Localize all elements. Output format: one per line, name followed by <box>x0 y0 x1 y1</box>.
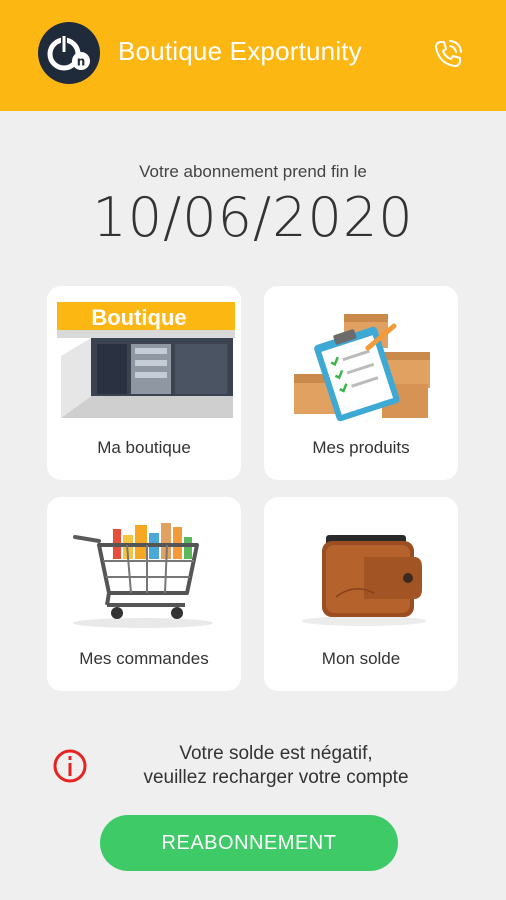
renew-subscription-button[interactable]: REABONNEMENT <box>100 815 398 871</box>
app-bar: n Boutique Exportunity <box>0 0 506 111</box>
storefront-sign-text: Boutique <box>91 305 186 330</box>
subscription-end-date: 10/06/2020 <box>92 186 414 249</box>
negative-balance-alert: Votre solde est négatif, veuillez rechar… <box>96 742 456 790</box>
tile-label: Ma boutique <box>97 438 191 457</box>
shopping-cart-icon <box>73 523 213 628</box>
tile-ma-boutique[interactable]: Boutique Ma boutique <box>47 286 241 480</box>
tile-label: Mon solde <box>321 649 401 668</box>
app-title: Boutique Exportunity <box>118 36 362 66</box>
alert-line-1: Votre solde est négatif, <box>179 743 373 764</box>
svg-text:n: n <box>77 55 86 69</box>
tile-label: Mes produits <box>312 438 410 457</box>
alert-line-2: veuillez recharger votre compte <box>143 767 409 788</box>
tile-mes-produits[interactable]: Mes produits <box>264 286 458 480</box>
boxes-checklist-icon <box>294 314 430 422</box>
tile-mes-commandes[interactable]: Mes commandes <box>47 497 241 691</box>
tile-mon-solde[interactable]: Mon solde <box>264 497 458 691</box>
tile-label: Mes commandes <box>79 649 209 668</box>
subscription-caption: Votre abonnement prend fin le <box>139 162 367 181</box>
logo: n <box>38 22 100 84</box>
info-icon <box>53 749 87 783</box>
storefront-icon: Boutique <box>57 302 235 418</box>
phone-icon[interactable] <box>430 36 466 72</box>
wallet-icon <box>302 535 426 626</box>
logo-mark: n <box>47 34 90 71</box>
